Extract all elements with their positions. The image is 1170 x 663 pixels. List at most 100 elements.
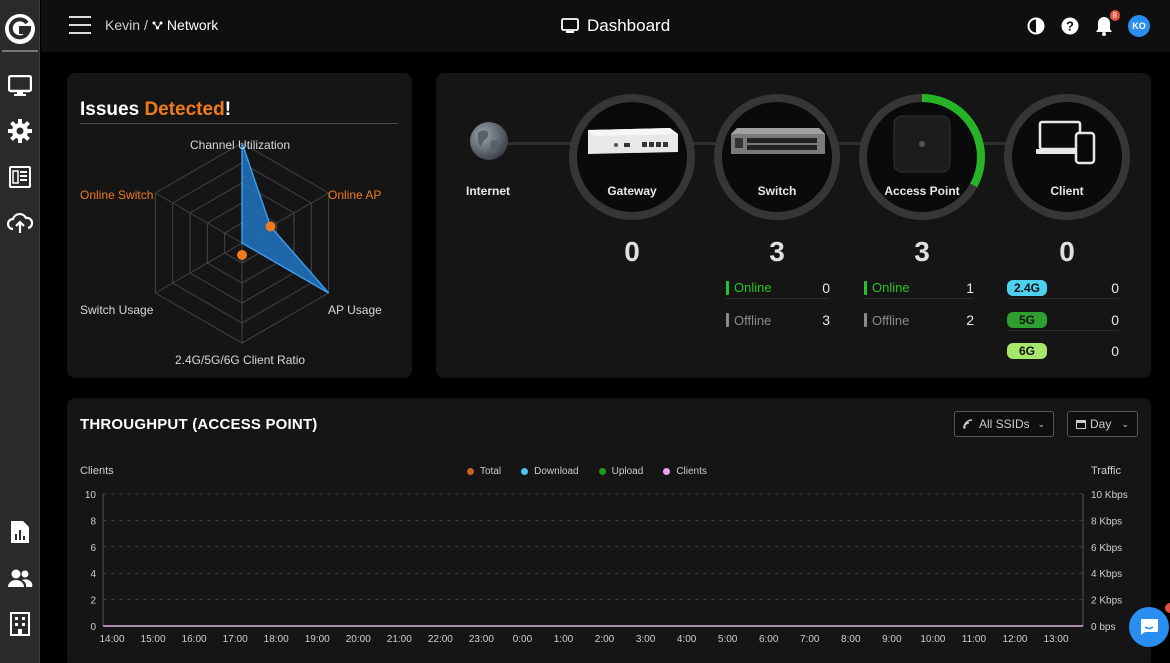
x-tick-label: 11:00 [962, 634, 987, 645]
switch-offline-row: Offline 3 [726, 309, 830, 331]
topology-card: Internet Gateway 0 Switch 3 Access Point… [436, 73, 1151, 378]
gear-icon [8, 119, 32, 143]
hamburger-line [69, 32, 91, 34]
building-icon [10, 612, 30, 636]
band-count-2g: 0 [1111, 279, 1119, 296]
switch-count: 3 [769, 236, 785, 267]
list-icon [9, 166, 31, 188]
x-tick-label: 2:00 [595, 634, 615, 645]
band-pill-2g: 2.4G [1007, 279, 1047, 296]
breadcrumb-user[interactable]: Kevin [105, 17, 140, 33]
radar-label-online-switch: Online Switch [80, 188, 154, 202]
logo-icon [5, 14, 35, 44]
radar-label-client-ratio: 2.4G/5G/6G Client Ratio [175, 353, 306, 367]
x-tick-label: 20:00 [346, 634, 371, 645]
x-tick-label: 17:00 [223, 634, 248, 645]
menu-toggle-button[interactable] [69, 16, 91, 34]
y-tick-label: 2 [90, 596, 96, 607]
access-point-count: 3 [914, 236, 930, 267]
band-pill-6g: 6G [1007, 343, 1047, 359]
users-icon [8, 569, 33, 587]
chat-icon [1141, 619, 1158, 635]
sidebar-item-reports[interactable] [4, 516, 36, 548]
client-band-row-6g: 6G 0 [1007, 340, 1119, 362]
ap-offline-value: 2 [966, 312, 974, 328]
x-tick-label: 6:00 [759, 634, 779, 645]
chat-badge [1165, 603, 1170, 613]
band-count-5g: 0 [1111, 311, 1119, 328]
help-button[interactable]: ? [1060, 16, 1080, 36]
chat-support-button[interactable] [1129, 603, 1170, 647]
y-tick-label: 0 [90, 622, 96, 633]
x-tick-label: 12:00 [1002, 634, 1027, 645]
status-bar [726, 313, 729, 327]
top-actions: ? 8 KO [1026, 10, 1150, 37]
user-avatar[interactable]: KO [1128, 15, 1150, 37]
y2-tick-label: 10 Kbps [1091, 490, 1128, 501]
switch-label: Switch [757, 184, 797, 198]
sidebar-item-cloud[interactable] [4, 207, 36, 239]
x-tick-label: 13:00 [1043, 634, 1068, 645]
status-bar [864, 313, 867, 327]
sidebar-item-monitor[interactable] [4, 70, 36, 102]
radar-axis-online-switch [155, 192, 243, 244]
sidebar-item-sites[interactable] [4, 608, 36, 640]
client-node[interactable]: Client [1004, 94, 1130, 220]
x-tick-label: 19:00 [305, 634, 330, 645]
x-tick-label: 18:00 [264, 634, 289, 645]
x-tick-label: 21:00 [387, 634, 412, 645]
brand-logo[interactable] [0, 8, 40, 48]
y-tick-label: 10 [85, 490, 97, 501]
switch-offline-value: 3 [822, 312, 830, 328]
client-count: 0 [1059, 236, 1075, 267]
switch-online-value: 0 [822, 279, 830, 296]
ap-offline-label: Offline [872, 312, 910, 328]
radar-label-channel-utilization: Channel Utilization [190, 138, 291, 152]
breadcrumb-network[interactable]: Network [167, 17, 218, 33]
x-tick-label: 1:00 [554, 634, 574, 645]
band-pill-5g: 5G [1007, 311, 1047, 328]
switch-online-label: Online [734, 280, 772, 295]
radar-label-switch-usage: Switch Usage [80, 303, 154, 317]
switch-device-icon [731, 128, 825, 154]
sidebar-item-settings[interactable] [4, 115, 36, 147]
x-tick-label: 8:00 [841, 634, 861, 645]
y2-tick-label: 4 Kbps [1091, 569, 1122, 580]
x-tick-label: 5:00 [718, 634, 738, 645]
switch-offline-label: Offline [734, 312, 772, 328]
notifications-button[interactable]: 8 [1094, 10, 1120, 36]
theme-toggle-button[interactable] [1026, 16, 1046, 36]
x-tick-label: 14:00 [99, 634, 124, 645]
x-tick-label: 22:00 [428, 634, 453, 645]
y-tick-label: 8 [90, 516, 96, 527]
sidebar-item-users[interactable] [4, 562, 36, 594]
radar-label-online-ap: Online AP [328, 188, 382, 202]
sidebar-item-logs[interactable] [4, 161, 36, 193]
radar-label-ap-usage: AP Usage [328, 303, 382, 317]
switch-node[interactable]: Switch [714, 94, 840, 220]
svg-text:?: ? [1066, 19, 1074, 34]
x-tick-label: 10:00 [920, 634, 945, 645]
monitor-icon [561, 18, 579, 33]
issues-card: Issues Detected! Channel Utilization Onl… [67, 73, 412, 378]
status-bar [864, 280, 867, 295]
y2-tick-label: 8 Kbps [1091, 516, 1122, 527]
ap-online-row: Online 1 [864, 277, 974, 299]
network-icon [152, 21, 163, 29]
gateway-device-icon [588, 128, 678, 154]
client-label: Client [1050, 184, 1084, 198]
access-point-node[interactable]: Access Point [859, 94, 985, 220]
help-icon: ? [1061, 17, 1079, 35]
x-tick-label: 3:00 [636, 634, 656, 645]
radar-point-online-switch [237, 250, 247, 260]
notification-count-badge: 8 [1109, 10, 1120, 21]
x-tick-label: 23:00 [469, 634, 494, 645]
switch-online-row: Online 0 [726, 277, 830, 299]
x-tick-label: 7:00 [800, 634, 820, 645]
gateway-count: 0 [624, 236, 640, 267]
y2-tick-label: 0 bps [1091, 622, 1115, 633]
hamburger-line [69, 24, 91, 26]
ap-online-label: Online [872, 280, 910, 295]
client-band-row-5g: 5G 0 [1007, 309, 1119, 331]
gateway-node[interactable]: Gateway [569, 94, 695, 220]
